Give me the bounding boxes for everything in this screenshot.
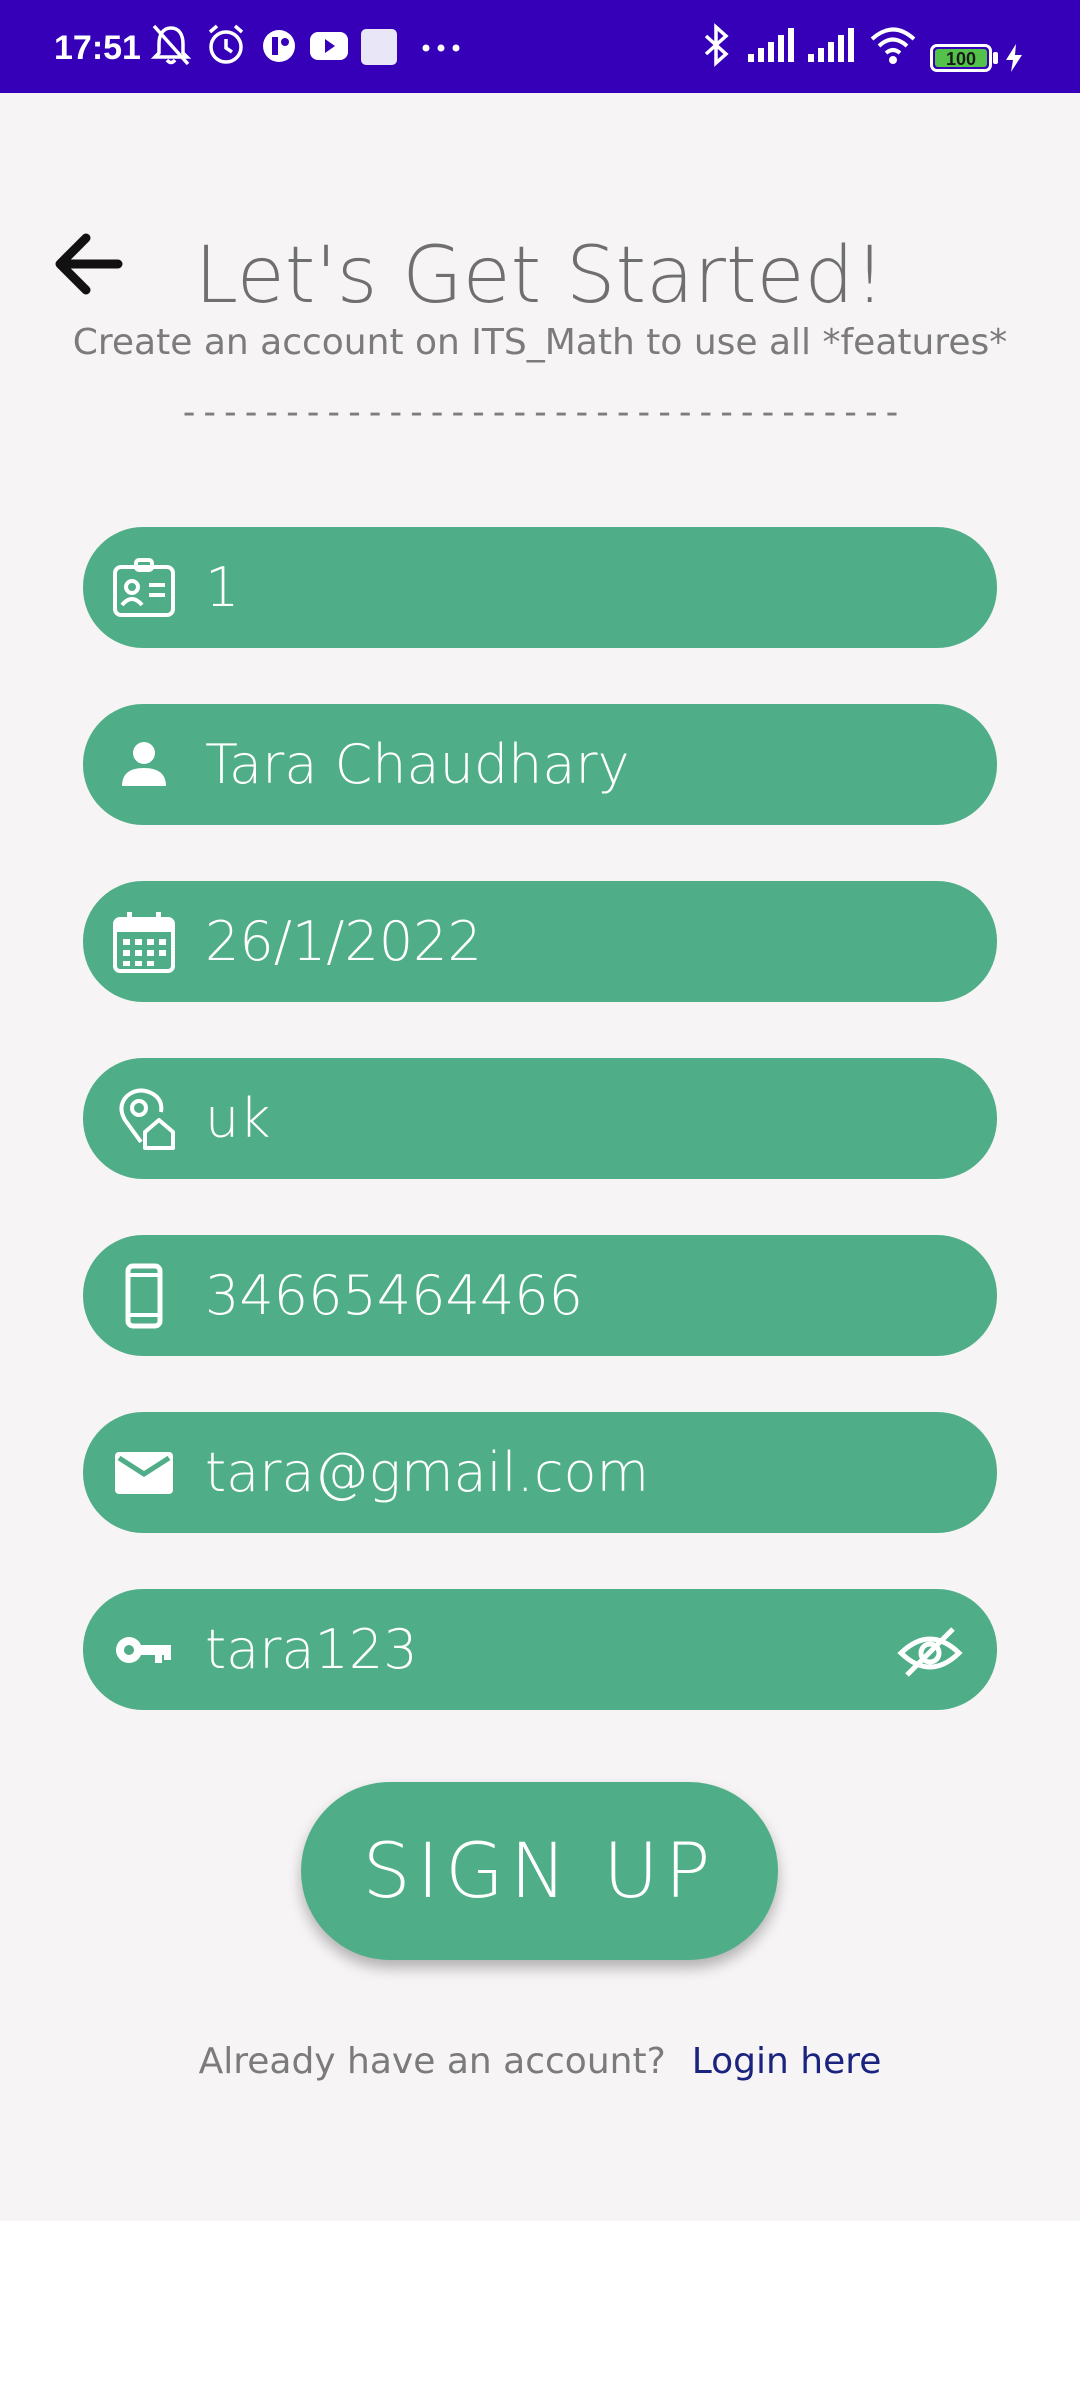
- id-card-icon: [113, 558, 175, 617]
- login-link[interactable]: Login here: [692, 2041, 882, 2082]
- email-value: tara@gmail.com: [205, 1441, 650, 1504]
- battery-tip: [993, 52, 998, 64]
- alarm-icon: [208, 24, 244, 64]
- calendar-icon: [113, 912, 175, 973]
- email-icon: [115, 1452, 173, 1494]
- battery-icon: 100: [930, 44, 992, 72]
- password-field[interactable]: tara123: [83, 1589, 997, 1710]
- email-field[interactable]: tara@gmail.com: [83, 1412, 997, 1533]
- login-prompt: Already have an account? Login here: [0, 2037, 1080, 2087]
- status-bar: 17:51 100: [0, 0, 1080, 93]
- user-id-field[interactable]: 1: [83, 527, 997, 648]
- name-field[interactable]: Tara Chaudhary: [83, 704, 997, 825]
- eye-off-icon[interactable]: [897, 1623, 963, 1679]
- charging-icon: [1006, 44, 1022, 72]
- status-time: 17:51: [54, 29, 141, 67]
- youtube-icon: [310, 32, 348, 60]
- person-icon: [122, 742, 166, 786]
- battery-level: 100: [935, 49, 987, 69]
- user-id-value: 1: [205, 556, 240, 619]
- name-value: Tara Chaudhary: [205, 733, 630, 796]
- address-value: uk: [205, 1087, 271, 1150]
- login-question: Already have an account?: [198, 2041, 666, 2082]
- address-field[interactable]: uk: [83, 1058, 997, 1179]
- bluetooth-icon: [704, 23, 729, 67]
- divider: -----------------------------------: [178, 392, 903, 433]
- more-icon: [422, 44, 460, 52]
- notification-square-icon: [361, 29, 397, 65]
- wifi-icon: [870, 27, 916, 64]
- page-subtitle: Create an account on ITS_Math to use all…: [72, 322, 1008, 363]
- sign-up-button[interactable]: SIGN UP: [301, 1782, 778, 1960]
- location-home-icon: [119, 1088, 175, 1150]
- phone-field[interactable]: 34665464466: [83, 1235, 997, 1356]
- password-value: tara123: [205, 1618, 418, 1681]
- app-icon: [263, 30, 295, 62]
- signal-icon: [748, 28, 794, 62]
- signal-icon-2: [808, 28, 854, 62]
- muted-bell-icon: [150, 24, 192, 66]
- date-of-birth-field[interactable]: 26/1/2022: [83, 881, 997, 1002]
- date-of-birth-value: 26/1/2022: [205, 910, 482, 973]
- page-title: Let's Get Started!: [194, 231, 886, 321]
- key-icon: [116, 1637, 171, 1663]
- smartphone-icon: [125, 1263, 163, 1329]
- phone-value: 34665464466: [205, 1264, 583, 1327]
